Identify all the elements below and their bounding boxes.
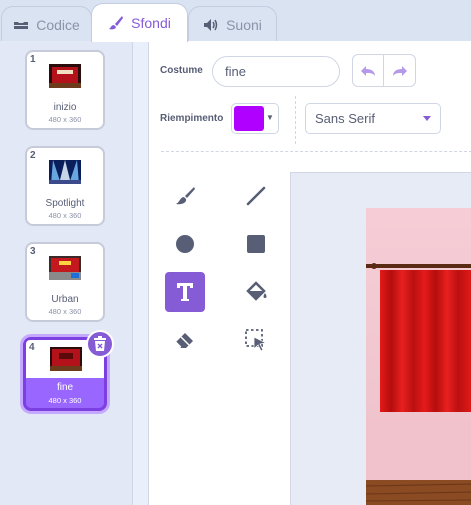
fill-bucket-icon — [246, 281, 267, 301]
editor-tabs: Codice Sfondi Suoni — [0, 0, 471, 42]
speaker-icon — [203, 18, 219, 32]
backdrop-item-1[interactable]: 1 inizio 480 x 360 — [25, 50, 105, 130]
backdrop-name: fine — [56, 382, 74, 393]
brush-tool[interactable] — [165, 176, 205, 216]
tab-backdrops-label: Sfondi — [131, 15, 171, 31]
toolbar-divider — [161, 151, 471, 152]
backdrop-thumbnail — [50, 347, 82, 371]
paint-editor: Costume fine Riempimento ▼ Sans Serif — [148, 41, 471, 505]
redo-button[interactable] — [384, 54, 416, 87]
undo-button[interactable] — [352, 54, 384, 87]
backdrop-list: 1 inizio 480 x 360 2 Spotlight 480 x 360… — [0, 41, 133, 505]
backdrop-name: inizio — [53, 102, 77, 113]
tab-code-label: Codice — [36, 16, 80, 33]
select-tool[interactable] — [236, 320, 276, 360]
backdrop-item-3[interactable]: 3 Urban 480 x 360 — [25, 242, 105, 322]
costume-name-value: fine — [225, 64, 246, 79]
backdrop-number: 2 — [30, 150, 36, 161]
tab-backdrops[interactable]: Sfondi — [91, 3, 188, 42]
stage-curtain-image — [366, 208, 471, 505]
backdrop-number: 1 — [30, 54, 36, 65]
circle-icon — [176, 235, 194, 253]
font-value: Sans Serif — [315, 111, 375, 126]
backdrop-size: 480 x 360 — [48, 307, 82, 316]
rectangle-icon — [247, 235, 265, 253]
trash-icon — [94, 336, 106, 351]
fill-tool[interactable] — [236, 272, 276, 312]
fill-color-picker[interactable]: ▼ — [231, 103, 279, 134]
font-dropdown[interactable]: Sans Serif — [305, 103, 441, 134]
line-tool[interactable] — [236, 176, 276, 216]
text-tool[interactable] — [165, 272, 205, 312]
backdrop-size: 480 x 360 — [48, 211, 82, 220]
costume-name-input[interactable]: fine — [212, 56, 340, 87]
backdrop-name: Urban — [51, 294, 79, 305]
code-icon — [13, 19, 29, 31]
backdrop-thumbnail — [49, 256, 81, 280]
fill-color-swatch — [234, 106, 264, 131]
toolbar-divider — [295, 96, 296, 144]
canvas-area[interactable] — [290, 172, 471, 505]
caret-down-icon — [423, 116, 431, 121]
eraser-icon — [175, 333, 193, 348]
circle-tool[interactable] — [165, 224, 205, 264]
fill-label: Riempimento — [160, 113, 224, 124]
backdrop-number: 3 — [30, 246, 36, 257]
tab-sounds-label: Suoni — [226, 16, 262, 33]
text-icon — [177, 283, 193, 301]
delete-backdrop-button[interactable] — [86, 330, 114, 358]
tab-code[interactable]: Codice — [1, 6, 92, 42]
redo-icon — [392, 65, 407, 76]
undo-icon — [361, 65, 375, 76]
costume-label: Costume — [160, 65, 203, 76]
paintbrush-icon — [108, 15, 124, 31]
tab-sounds[interactable]: Suoni — [188, 6, 277, 42]
backdrop-thumbnail — [49, 64, 81, 88]
eraser-tool[interactable] — [165, 320, 205, 360]
backdrop-size: 480 x 360 — [48, 115, 82, 124]
backdrop-number: 4 — [29, 342, 35, 353]
backdrop-thumbnail — [49, 160, 81, 184]
backdrop-canvas[interactable] — [366, 208, 471, 505]
select-icon — [245, 329, 268, 352]
line-icon — [246, 186, 266, 206]
backdrop-size: 480 x 360 — [48, 396, 82, 405]
backdrop-name: Spotlight — [45, 198, 85, 209]
chevron-down-icon: ▼ — [266, 113, 274, 122]
brush-icon — [176, 187, 195, 205]
rectangle-tool[interactable] — [236, 224, 276, 264]
backdrop-item-2[interactable]: 2 Spotlight 480 x 360 — [25, 146, 105, 226]
